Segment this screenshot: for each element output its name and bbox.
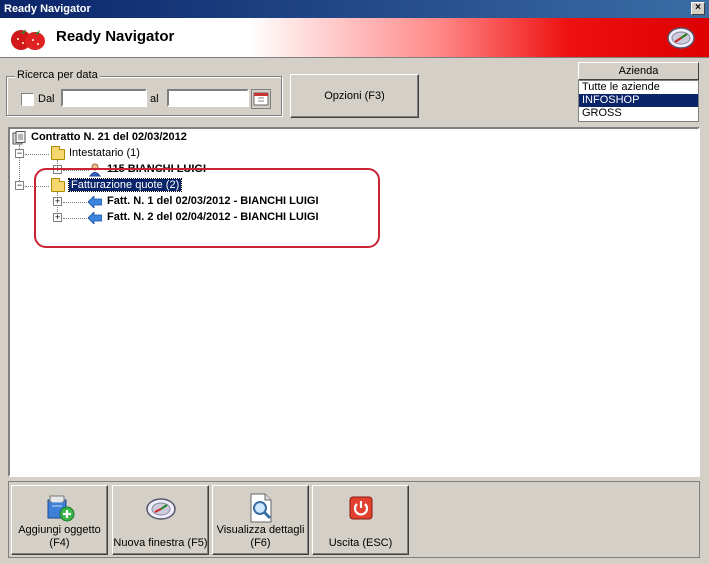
exit-label: Uscita (ESC) [328,537,393,549]
app-title: Ready Navigator [56,28,175,45]
azienda-item-gross[interactable]: GROSS [579,107,698,120]
azienda-item-all[interactable]: Tutte le aziende [579,81,698,94]
power-icon [349,496,372,520]
to-date-input[interactable] [167,89,249,107]
highlight-annotation [34,168,380,248]
collapse-toggle-intestatario[interactable]: − [15,149,24,158]
add-object-label-1: Aggiungi oggetto [18,524,101,536]
magnifier-document-icon [250,493,271,523]
exit-button[interactable]: Uscita (ESC) [312,485,409,555]
window-titlebar: Ready Navigator × [0,0,709,18]
contract-icon [12,131,26,145]
azienda-header[interactable]: Azienda [578,62,699,80]
azienda-list[interactable]: Tutte le aziende INFOSHOP GROSS [578,80,699,122]
window-title: Ready Navigator [4,3,91,15]
date-search-group: Ricerca per data Dal al [6,69,282,116]
from-label: Dal [38,93,55,105]
tree-root-contract[interactable]: Contratto N. 21 del 02/03/2012 [31,131,187,143]
tree-node-intestatario[interactable]: Intestatario (1) [69,147,140,159]
add-object-label-2: (F4) [49,537,70,549]
date-filter-checkbox[interactable] [21,93,34,106]
app-banner: Ready Navigator [0,18,709,58]
to-label: al [150,93,159,105]
add-object-button[interactable]: Aggiungi oggetto (F4) [11,485,108,555]
compass-icon [145,498,176,520]
from-date-input[interactable] [61,89,147,107]
view-details-button[interactable]: Visualizza dettagli (F6) [212,485,309,555]
azienda-item-infoshop[interactable]: INFOSHOP [579,94,698,107]
folder-icon [51,146,65,160]
tree-connector [25,154,49,155]
collapse-toggle-fatturazione[interactable]: − [15,181,24,190]
strawberry-icon [11,29,45,50]
options-button[interactable]: Opzioni (F3) [290,74,419,118]
close-button[interactable]: × [691,2,705,15]
date-search-legend: Ricerca per data [15,69,100,81]
view-details-label-1: Visualizza dettagli [216,524,305,536]
new-window-button[interactable]: Nuova finestra (F5) [112,485,209,555]
view-details-label-2: (F6) [250,537,271,549]
compass-icon [667,27,695,49]
add-object-icon [47,495,74,522]
new-window-label: Nuova finestra (F5) [113,537,208,549]
calendar-icon[interactable] [251,89,271,109]
